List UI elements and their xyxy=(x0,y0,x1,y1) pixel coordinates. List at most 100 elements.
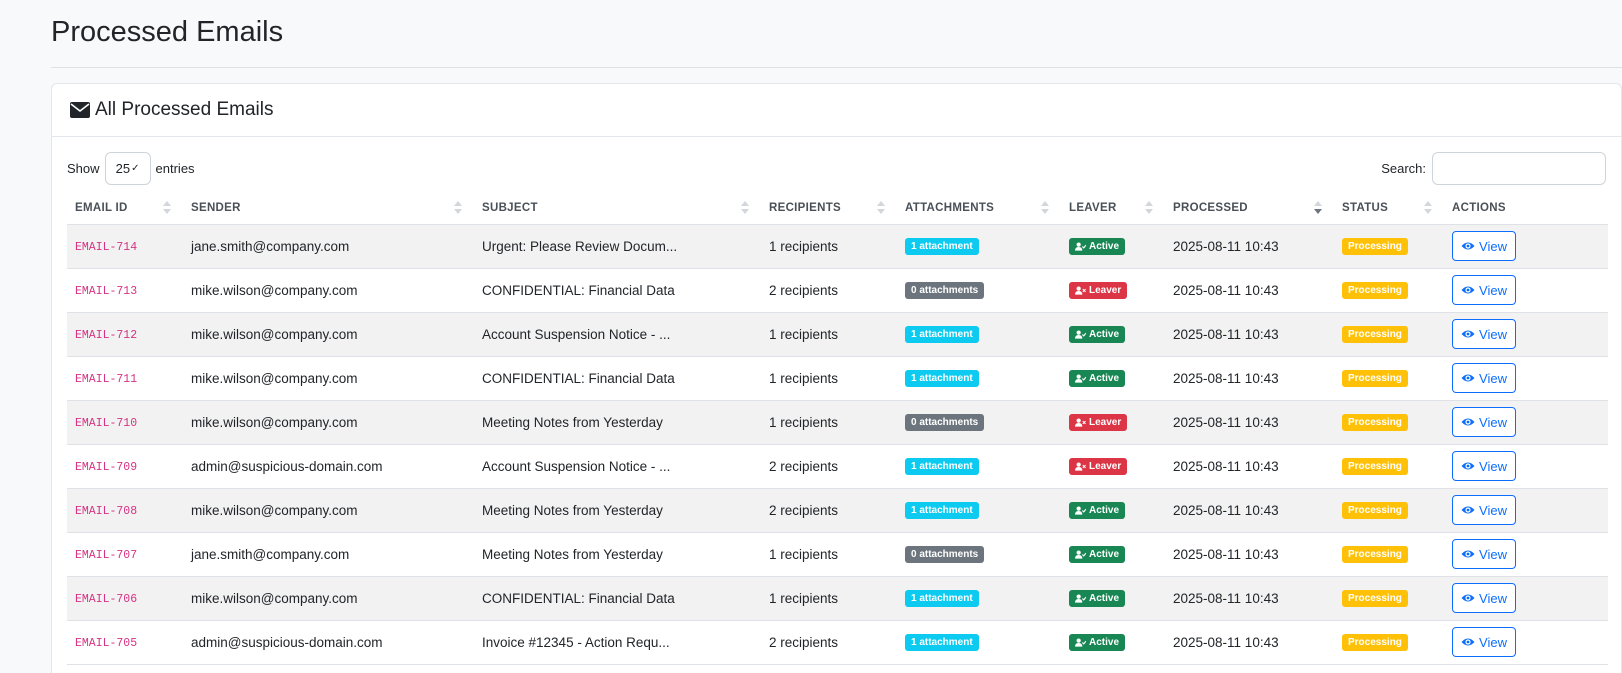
column-header-subject[interactable]: SUBJECT xyxy=(474,192,761,225)
view-button[interactable]: View xyxy=(1452,363,1516,393)
column-header-leaver[interactable]: LEAVER xyxy=(1061,192,1165,225)
cell-leaver: Active xyxy=(1061,532,1165,577)
eye-icon xyxy=(1461,374,1475,382)
cell-email-id: EMAIL-713 xyxy=(67,268,183,313)
view-button[interactable]: View xyxy=(1452,407,1516,437)
cell-email-id: EMAIL-710 xyxy=(67,400,183,445)
processed-time: 2025-08-11 10:43 xyxy=(1173,634,1279,650)
cell-email-id: EMAIL-714 xyxy=(67,224,183,269)
table-controls: Show 25 ✓ entries Search: xyxy=(67,151,1606,185)
sort-icon xyxy=(163,201,171,215)
cell-sender: admin@suspicious-domain.com xyxy=(183,620,474,665)
cell-email-id: EMAIL-707 xyxy=(67,532,183,577)
column-header-status[interactable]: STATUS xyxy=(1334,192,1444,225)
cell-recipients: 2 recipients xyxy=(761,620,897,665)
cell-actions: View xyxy=(1444,620,1608,665)
column-label: LEAVER xyxy=(1069,201,1117,214)
view-button[interactable]: View xyxy=(1452,319,1516,349)
view-button[interactable]: View xyxy=(1452,495,1516,525)
subject: Meeting Notes from Yesterday xyxy=(482,414,663,430)
entries-length-select[interactable]: 25 ✓ xyxy=(104,151,151,185)
attachments-badge: 1 attachment xyxy=(905,634,979,651)
cell-leaver: Leaver xyxy=(1061,268,1165,313)
cell-recipients: 1 recipients xyxy=(761,224,897,269)
view-button[interactable]: View xyxy=(1452,539,1516,569)
recipients: 1 recipients xyxy=(769,238,839,254)
column-header-recipients[interactable]: RECIPIENTS xyxy=(761,192,897,225)
column-header-processed[interactable]: PROCESSED xyxy=(1165,192,1334,225)
subject: Urgent: Please Review Docum... xyxy=(482,238,678,254)
view-button[interactable]: View xyxy=(1452,627,1516,657)
sender: jane.smith@company.com xyxy=(191,238,350,254)
processed-time: 2025-08-11 10:43 xyxy=(1173,326,1279,342)
user-times-icon xyxy=(1075,462,1086,471)
column-label: SUBJECT xyxy=(482,201,538,214)
attachments-badge: 1 attachment xyxy=(905,590,979,607)
sender: admin@suspicious-domain.com xyxy=(191,458,383,474)
cell-email-id: EMAIL-711 xyxy=(67,356,183,401)
column-header-attachments[interactable]: ATTACHMENTS xyxy=(897,192,1061,225)
view-button[interactable]: View xyxy=(1452,275,1516,305)
cell-actions: View xyxy=(1444,400,1608,445)
recipients: 2 recipients xyxy=(769,502,839,518)
leaver-label: Active xyxy=(1089,592,1120,604)
sender: admin@suspicious-domain.com xyxy=(191,634,383,650)
leaver-label: Active xyxy=(1089,548,1120,560)
column-header-email-id[interactable]: EMAIL ID xyxy=(67,192,183,225)
sort-desc-icon xyxy=(1314,201,1322,215)
column-label: STATUS xyxy=(1342,201,1389,214)
cell-recipients: 1 recipients xyxy=(761,312,897,357)
cell-leaver: Leaver xyxy=(1061,444,1165,489)
cell-actions: View xyxy=(1444,356,1608,401)
cell-sender: jane.smith@company.com xyxy=(183,532,474,577)
status-badge: Processing xyxy=(1342,282,1408,299)
attachments-badge: 0 attachments xyxy=(905,282,985,299)
subject: Invoice #12345 - Action Requ... xyxy=(482,634,670,650)
cell-leaver: Active xyxy=(1061,576,1165,621)
eye-icon xyxy=(1461,418,1475,426)
view-button[interactable]: View xyxy=(1452,451,1516,481)
card-title: All Processed Emails xyxy=(95,99,274,120)
column-label: ACTIONS xyxy=(1452,201,1506,214)
cell-status: Processing xyxy=(1334,224,1444,269)
status-badge: Processing xyxy=(1342,326,1408,343)
leaver-label: Leaver xyxy=(1089,416,1122,428)
status-badge: Processing xyxy=(1342,590,1408,607)
cell-attachments: 1 attachment xyxy=(897,620,1061,665)
status-badge: Processing xyxy=(1342,546,1408,563)
recipients: 1 recipients xyxy=(769,414,839,430)
sender: mike.wilson@company.com xyxy=(191,370,358,386)
cell-email-id: EMAIL-706 xyxy=(67,576,183,621)
processed-time: 2025-08-11 10:43 xyxy=(1173,414,1279,430)
cell-attachments: 1 attachment xyxy=(897,356,1061,401)
cell-status: Processing xyxy=(1334,312,1444,357)
cell-subject: Urgent: Please Review Docum... xyxy=(474,224,761,269)
user-check-icon xyxy=(1075,330,1086,339)
cell-actions: View xyxy=(1444,576,1608,621)
leaver-badge: Active xyxy=(1069,589,1126,607)
cell-attachments: 0 attachments xyxy=(897,532,1061,577)
search-control: Search: xyxy=(1381,151,1606,185)
column-header-sender[interactable]: SENDER xyxy=(183,192,474,225)
cell-subject: Meeting Notes from Yesterday xyxy=(474,488,761,533)
eye-icon xyxy=(1461,550,1475,558)
recipients: 1 recipients xyxy=(769,546,839,562)
cell-sender: mike.wilson@company.com xyxy=(183,268,474,313)
attachments-badge: 1 attachment xyxy=(905,238,979,255)
cell-actions: View xyxy=(1444,532,1608,577)
table-row: EMAIL-713 mike.wilson@company.com CONFIDEN… xyxy=(67,268,1608,313)
view-label: View xyxy=(1479,634,1507,650)
table-row: EMAIL-709 admin@suspicious-domain.com Acco… xyxy=(67,444,1608,489)
table-header-row: EMAIL ID SENDER SUBJECT RECIPIENTS ATTAC… xyxy=(67,192,1608,225)
leaver-badge: Active xyxy=(1069,501,1126,519)
recipients: 1 recipients xyxy=(769,326,839,342)
search-label: Search: xyxy=(1381,160,1426,176)
view-button[interactable]: View xyxy=(1452,583,1516,613)
cell-processed: 2025-08-11 10:43 xyxy=(1165,532,1334,577)
subject: Account Suspension Notice - ... xyxy=(482,326,671,342)
subject: CONFIDENTIAL: Financial Data xyxy=(482,370,675,386)
sort-icon xyxy=(454,201,462,215)
view-button[interactable]: View xyxy=(1452,231,1516,261)
search-input[interactable] xyxy=(1432,151,1606,185)
column-label: SENDER xyxy=(191,201,241,214)
